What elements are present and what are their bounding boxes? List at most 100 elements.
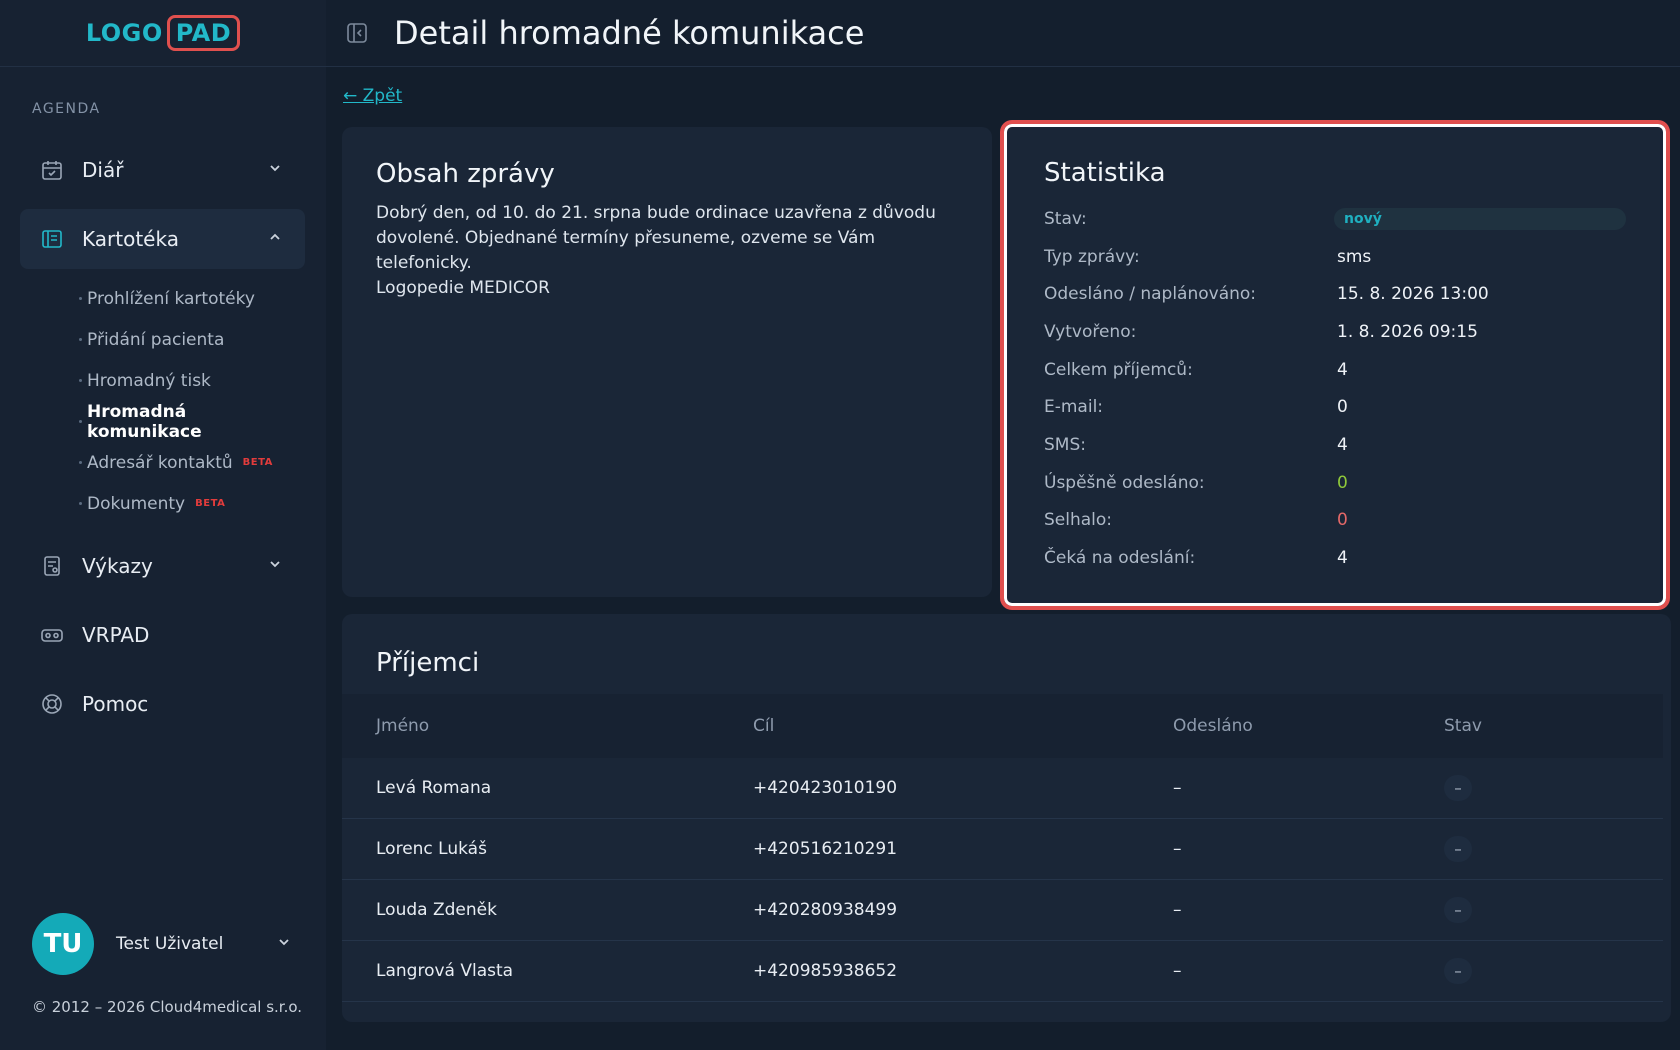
stat-row-type: Typ zprávy: sms xyxy=(1044,238,1626,276)
report-icon xyxy=(40,554,64,578)
cell-target: +420423010190 xyxy=(753,778,898,798)
stat-value: 1. 8. 2026 09:15 xyxy=(1337,321,1478,342)
section-label-agenda: AGENDA xyxy=(32,101,101,117)
sidebar-item-vykazy[interactable]: Výkazy xyxy=(20,536,305,596)
subnav-item-label: Prohlížení kartotéky xyxy=(87,288,255,309)
statistics-card-title: Statistika xyxy=(1044,158,1166,188)
stat-row-sms: SMS: 4 xyxy=(1044,426,1626,464)
stat-label: Odesláno / naplánováno: xyxy=(1044,284,1257,305)
sidebar-item-label: Výkazy xyxy=(82,554,153,578)
back-link[interactable]: ← Zpět xyxy=(343,86,402,106)
column-header-name[interactable]: Jméno xyxy=(342,716,753,736)
subnav-item-prohlizeni[interactable]: Prohlížení kartotéky xyxy=(20,278,305,319)
copyright-footer: © 2012 – 2026 Cloud4medical s.r.o. xyxy=(32,998,303,1016)
cell-sent: – xyxy=(1173,961,1182,981)
cell-sent: – xyxy=(1173,839,1182,859)
stat-row-created: Vytvořeno: 1. 8. 2026 09:15 xyxy=(1044,313,1626,351)
cell-sent: – xyxy=(1173,778,1182,798)
stat-row-failed: Selhalo: 0 xyxy=(1044,502,1626,540)
main-content: Detail hromadné komunikace ← Zpět Obsah … xyxy=(326,0,1680,1050)
kartoteka-subnav: Prohlížení kartotéky Přidání pacienta Hr… xyxy=(20,278,305,524)
stat-value-success: 0 xyxy=(1337,472,1348,493)
stat-value: 4 xyxy=(1337,359,1348,380)
logo-text-left: LOGO xyxy=(85,19,163,47)
logo-area: LOGO PAD xyxy=(0,0,326,67)
sidebar: LOGO PAD AGENDA Diář Kartotéka Prohlížen… xyxy=(0,0,326,1050)
stat-row-status: Stav: nový xyxy=(1044,200,1626,238)
lifebuoy-icon xyxy=(40,692,64,716)
vr-headset-icon xyxy=(40,623,64,647)
sidebar-item-diar[interactable]: Diář xyxy=(20,140,305,200)
page-title: Detail hromadné komunikace xyxy=(394,14,865,52)
user-menu[interactable]: TU Test Uživatel xyxy=(32,913,292,975)
stat-row-email: E-mail: 0 xyxy=(1044,388,1626,426)
sidebar-item-label: Pomoc xyxy=(82,692,149,716)
subnav-item-hromadny-tisk[interactable]: Hromadný tisk xyxy=(20,360,305,401)
chevron-down-icon xyxy=(267,160,283,180)
cell-target: +420516210291 xyxy=(753,839,898,859)
cell-state: – xyxy=(1444,775,1663,801)
stat-value: sms xyxy=(1337,246,1372,267)
table-row[interactable]: Louda Zdeněk +420280938499 – – xyxy=(342,880,1663,941)
topbar: Detail hromadné komunikace xyxy=(326,0,1680,67)
recipients-table: Jméno Cíl Odesláno Stav Levá Romana +420… xyxy=(342,694,1663,1002)
state-badge: – xyxy=(1444,836,1472,862)
logo-text-right: PAD xyxy=(166,15,241,51)
chevron-up-icon xyxy=(267,229,283,249)
stat-row-success: Úspěšně odesláno: 0 xyxy=(1044,464,1626,502)
recipients-card: Příjemci Jméno Cíl Odesláno Stav Levá Ro… xyxy=(342,614,1671,1022)
stat-value: 4 xyxy=(1337,434,1348,455)
recipients-card-title: Příjemci xyxy=(376,648,480,678)
stat-label: SMS: xyxy=(1044,434,1086,455)
sidebar-item-label: VRPAD xyxy=(82,623,150,647)
state-badge: – xyxy=(1444,958,1472,984)
stat-label: Typ zprávy: xyxy=(1044,246,1140,267)
column-header-sent[interactable]: Odesláno xyxy=(1173,716,1444,736)
sidebar-item-kartoteka[interactable]: Kartotéka xyxy=(20,209,305,269)
stat-label: Stav: xyxy=(1044,208,1087,229)
column-header-state[interactable]: Stav xyxy=(1444,716,1663,736)
app-logo[interactable]: LOGO PAD xyxy=(85,15,241,51)
subnav-item-adresar-kontaktu[interactable]: Adresář kontaktů BETA xyxy=(20,442,305,483)
stat-label: E-mail: xyxy=(1044,397,1104,418)
user-name: Test Uživatel xyxy=(116,934,224,954)
sidebar-collapse-icon[interactable] xyxy=(346,22,368,44)
state-badge: – xyxy=(1444,897,1472,923)
state-badge: – xyxy=(1444,775,1472,801)
subnav-item-hromadna-komunikace[interactable]: Hromadná komunikace xyxy=(20,401,305,442)
stat-row-sent-scheduled: Odesláno / naplánováno: 15. 8. 2026 13:0… xyxy=(1044,275,1626,313)
stat-label: Celkem příjemců: xyxy=(1044,359,1193,380)
stat-label: Vytvořeno: xyxy=(1044,321,1137,342)
subnav-item-label: Hromadný tisk xyxy=(87,370,211,391)
sidebar-item-vrpad[interactable]: VRPAD xyxy=(20,605,305,665)
stat-value: 15. 8. 2026 13:00 xyxy=(1337,284,1489,305)
stat-label: Úspěšně odesláno: xyxy=(1044,472,1205,493)
cell-sent: – xyxy=(1173,900,1182,920)
subnav-item-label: Dokumenty xyxy=(87,493,186,514)
column-header-target[interactable]: Cíl xyxy=(753,716,1173,736)
table-row[interactable]: Langrová Vlasta +420985938652 – – xyxy=(342,941,1663,1002)
sidebar-item-label: Kartotéka xyxy=(82,227,179,251)
stat-label: Čeká na odeslání: xyxy=(1044,548,1196,569)
subnav-item-label: Přidání pacienta xyxy=(87,329,225,350)
table-row[interactable]: Lorenc Lukáš +420516210291 – – xyxy=(342,819,1663,880)
subnav-item-dokumenty[interactable]: Dokumenty BETA xyxy=(20,483,305,524)
statistics-list: Stav: nový Typ zprávy: sms Odesláno / na… xyxy=(1044,200,1626,577)
cell-name: Lorenc Lukáš xyxy=(376,839,487,859)
subnav-item-pridani-pacienta[interactable]: Přidání pacienta xyxy=(20,319,305,360)
stat-label: Selhalo: xyxy=(1044,510,1113,531)
beta-badge: BETA xyxy=(242,457,273,468)
cell-target: +420985938652 xyxy=(753,961,898,981)
sidebar-item-pomoc[interactable]: Pomoc xyxy=(20,674,305,734)
table-row[interactable]: Levá Romana +420423010190 – – xyxy=(342,758,1663,819)
subnav-item-label: Hromadná komunikace xyxy=(87,401,202,442)
cell-state: – xyxy=(1444,958,1663,984)
beta-badge: BETA xyxy=(195,498,226,509)
cell-state: – xyxy=(1444,836,1663,862)
stat-value-wrap: nový xyxy=(1334,207,1626,230)
stat-row-pending: Čeká na odeslání: 4 xyxy=(1044,539,1626,577)
subnav-item-label: Adresář kontaktů xyxy=(87,452,233,473)
cell-name: Louda Zdeněk xyxy=(376,900,497,920)
cell-name: Levá Romana xyxy=(376,778,492,798)
calendar-icon xyxy=(40,158,64,182)
